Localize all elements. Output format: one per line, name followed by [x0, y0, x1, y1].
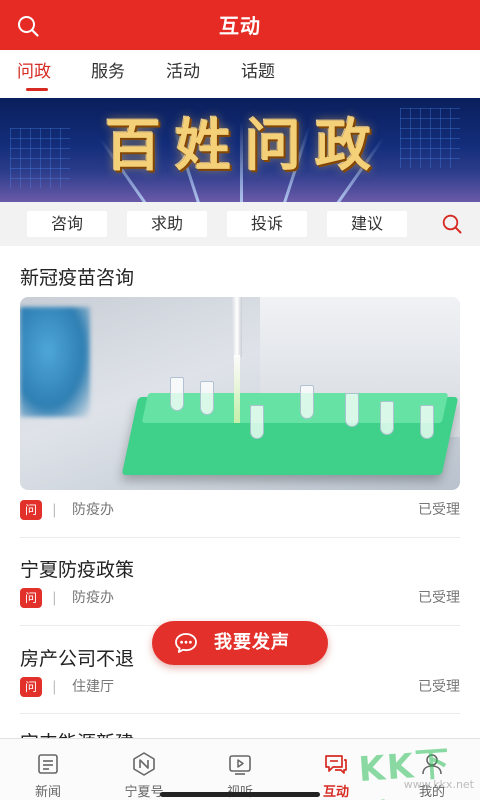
- image-tube: [345, 393, 359, 427]
- image-tube: [300, 385, 314, 419]
- speak-up-button[interactable]: 我要发声: [152, 621, 328, 665]
- divider: [20, 713, 460, 714]
- home-indicator: [160, 792, 320, 797]
- wen-badge-icon: 问: [20, 677, 42, 697]
- department-label: 防疫办: [72, 502, 114, 518]
- divider: [20, 537, 460, 538]
- question-image[interactable]: [20, 297, 460, 490]
- question-meta: 问 | 防疫办 已受理: [20, 499, 460, 521]
- question-meta: 问 | 住建厅 已受理: [20, 676, 460, 698]
- nav-item-video[interactable]: 视听: [200, 739, 280, 800]
- nav-label: 视听: [200, 781, 280, 800]
- video-icon: [229, 755, 251, 775]
- chat-bubble-icon: [175, 633, 197, 653]
- tab-huati[interactable]: 话题: [241, 50, 275, 98]
- status-label: 已受理: [418, 502, 460, 518]
- category-zixun[interactable]: 咨询: [27, 211, 107, 237]
- page-title: 互动: [219, 14, 261, 38]
- app-header: 互动: [0, 0, 480, 50]
- status-label: 已受理: [418, 679, 460, 695]
- image-tube: [200, 381, 214, 415]
- tab-fuwu[interactable]: 服务: [91, 50, 125, 98]
- wen-badge-icon: 问: [20, 588, 42, 608]
- nav-label: 新闻: [34, 785, 61, 800]
- search-icon[interactable]: [441, 213, 463, 235]
- banner[interactable]: 百姓问政: [0, 98, 480, 202]
- watermark: KK下载 www.kkx.net: [357, 738, 478, 800]
- news-icon: [38, 754, 58, 774]
- question-title[interactable]: 新冠疫苗咨询: [20, 263, 134, 290]
- nav-item-ningxia-hao[interactable]: 宁夏号: [104, 739, 184, 800]
- image-tube: [420, 405, 434, 439]
- category-jianyi[interactable]: 建议: [327, 211, 407, 237]
- image-tube-rack-top: [141, 393, 449, 423]
- category-qiuzhu[interactable]: 求助: [127, 211, 207, 237]
- nav-label: 宁夏号: [124, 785, 164, 800]
- status-label: 已受理: [418, 590, 460, 606]
- department-label: 住建厅: [72, 679, 114, 695]
- ningxia-hao-icon: [133, 752, 155, 776]
- question-title[interactable]: 房产公司不退: [20, 644, 134, 671]
- department-label: 防疫办: [72, 590, 114, 606]
- wen-badge-icon: 问: [20, 500, 42, 520]
- category-tousu[interactable]: 投诉: [227, 211, 307, 237]
- image-pipette-tip: [234, 355, 240, 423]
- top-tabs: 问政 服务 活动 话题: [0, 50, 480, 98]
- nav-item-news[interactable]: 新闻: [8, 739, 88, 800]
- watermark-url: www.kkx.net: [403, 778, 474, 791]
- image-tube: [170, 377, 184, 411]
- banner-title: 百姓问政: [105, 113, 385, 179]
- tab-huodong[interactable]: 活动: [166, 50, 200, 98]
- question-title[interactable]: 宁夏防疫政策: [20, 555, 134, 582]
- category-bar: 咨询 求助 投诉 建议: [0, 202, 480, 246]
- interaction-icon: [325, 755, 347, 774]
- image-tube: [250, 405, 264, 439]
- meta-separator: |: [52, 590, 57, 606]
- meta-separator: |: [52, 679, 57, 695]
- speak-up-label: 我要发声: [214, 632, 290, 653]
- active-tab-indicator: [26, 88, 48, 91]
- image-blur-object: [20, 307, 90, 417]
- image-tube: [380, 401, 394, 435]
- meta-separator: |: [52, 502, 57, 518]
- question-meta: 问 | 防疫办 已受理: [20, 587, 460, 609]
- image-pipette: [232, 297, 242, 357]
